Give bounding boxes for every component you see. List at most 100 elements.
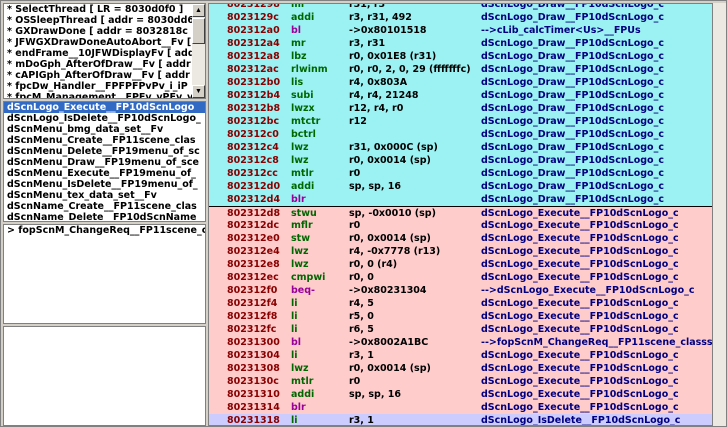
symbol-item[interactable]: dScnLogo_IsDelete__FP10dScnLogo_ bbox=[4, 113, 205, 124]
row-symbol: dScnLogo_Draw__FP10dScnLogo_c bbox=[481, 38, 664, 49]
disasm-row[interactable]: 802312a4 mr r3, r31 dScnLogo_Draw__FP10dScn… bbox=[209, 37, 712, 50]
disasm-row[interactable]: 8023129c addi r3, r31, 492 dScnLogo_Draw__F… bbox=[209, 11, 712, 24]
symbol-item[interactable]: dScnMenu_bmg_data_set__Fv bbox=[4, 124, 205, 135]
row-symbol: dScnLogo_Execute__FP10dScnLogo_c bbox=[481, 298, 679, 309]
callstack-panel: * SelectThread [ LR = 8030d0f0 ] * OSSlee… bbox=[3, 3, 206, 99]
callstack-item[interactable]: * SelectThread [ LR = 8030d0f0 ] bbox=[4, 4, 205, 15]
row-symbol: dScnLogo_Draw__FP10dScnLogo_c bbox=[481, 129, 664, 140]
row-address: 802312c4 bbox=[227, 142, 279, 153]
row-mnemonic: lwz bbox=[291, 155, 309, 166]
row-symbol: dScnLogo_Execute__FP10dScnLogo_c bbox=[481, 402, 679, 413]
disasm-row[interactable]: 802312dc mflr r0 dScnLogo_Execute__FP10dScn… bbox=[209, 219, 712, 232]
row-symbol: dScnLogo_IsDelete__FP10dScnLogo_c bbox=[481, 415, 681, 426]
disassembly-scrollbar[interactable] bbox=[713, 3, 726, 426]
scroll-up-icon[interactable]: ▲ bbox=[192, 4, 205, 17]
row-address: 802312d4 bbox=[227, 194, 281, 205]
row-address: 802312cc bbox=[227, 168, 278, 179]
symbol-item[interactable]: dScnMenu_Delete__FP19menu_of_sc bbox=[4, 146, 205, 157]
row-operands: r3, 1 bbox=[349, 350, 374, 361]
callstack-item[interactable]: * JFWGXDrawDoneAutoAbort__Fv [ bbox=[4, 37, 205, 48]
disasm-row[interactable]: 802312a8 lbz r0, 0x01E8 (r31) dScnLogo_Draw… bbox=[209, 50, 712, 63]
disasm-row[interactable]: 802312e0 stw r0, 0x0014 (sp) dScnLogo_Execu… bbox=[209, 232, 712, 245]
row-mnemonic: li bbox=[291, 350, 298, 361]
row-symbol: dScnLogo_Draw__FP10dScnLogo_c bbox=[481, 103, 664, 114]
row-address: 802312a8 bbox=[227, 51, 280, 62]
disasm-row[interactable]: 802312b0 lis r4, 0x803A dScnLogo_Draw__FP10… bbox=[209, 76, 712, 89]
row-mnemonic: lbz bbox=[291, 51, 307, 62]
row-address: 802312bc bbox=[227, 116, 280, 127]
callstack-item[interactable]: * OSSleepThread [ addr = 8030dd6 bbox=[4, 15, 205, 26]
symbol-item[interactable]: dScnMenu_Create__FP11scene_clas bbox=[4, 135, 205, 146]
row-address: 80231298 bbox=[227, 3, 280, 10]
symbol-item[interactable]: dScnMenu_IsDelete__FP19menu_of_ bbox=[4, 179, 205, 190]
disasm-row[interactable]: 802312e4 lwz r4, -0x7778 (r13) dScnLogo_Exe… bbox=[209, 245, 712, 258]
row-symbol: dScnLogo_Draw__FP10dScnLogo_c bbox=[481, 168, 664, 179]
row-operands: r0 bbox=[349, 376, 361, 387]
callstack-item[interactable]: * endFrame__10JFWDisplayFv [ add bbox=[4, 48, 205, 59]
disasm-row[interactable]: 802312a0 bl ->0x80101518 -->cLib_calcTimer<… bbox=[209, 24, 712, 37]
disasm-row[interactable]: 80231304 li r3, 1 dScnLogo_Execute__FP10dSc… bbox=[209, 349, 712, 362]
disasm-row[interactable]: 802312f4 li r4, 5 dScnLogo_Execute__FP10dSc… bbox=[209, 297, 712, 310]
row-address: 802312f4 bbox=[227, 298, 278, 309]
disasm-row[interactable]: 80231318 li r3, 1 dScnLogo_IsDelete__FP10dS… bbox=[209, 414, 712, 426]
symbol-item[interactable]: dScnMenu_tex_data_set__Fv bbox=[4, 190, 205, 201]
disasm-row[interactable]: 802312e8 lwz r0, 0 (r4) dScnLogo_Execute__F… bbox=[209, 258, 712, 271]
row-operands: r12, r4, r0 bbox=[349, 103, 404, 114]
disasm-row[interactable]: 802312ac rlwinm r0, r0, 2, 0, 29 (fffffffc… bbox=[209, 63, 712, 76]
row-address: 8023129c bbox=[227, 12, 279, 23]
disasm-row[interactable]: 802312b8 lwzx r12, r4, r0 dScnLogo_Draw__FP… bbox=[209, 102, 712, 115]
callstack-item[interactable]: * fpcM_Management__FPFv_vPFv_v bbox=[4, 92, 205, 98]
disasm-row[interactable]: 80231298 mr r31, r3 dScnLogo_Draw__FP10dScn… bbox=[209, 3, 712, 11]
row-mnemonic: stw bbox=[291, 233, 310, 244]
symbol-item[interactable]: dScnLogo_Execute__FP10dScnLogo bbox=[4, 102, 205, 113]
row-address: 802312b4 bbox=[227, 90, 281, 101]
scroll-down-icon[interactable]: ▼ bbox=[192, 85, 205, 98]
symbol-item[interactable]: dScnName_Delete__FP10dScnName bbox=[4, 212, 205, 221]
disasm-row[interactable]: 802312b4 subi r4, r4, 21248 dScnLogo_Draw__… bbox=[209, 89, 712, 102]
row-symbol: dScnLogo_Draw__FP10dScnLogo_c bbox=[481, 181, 664, 192]
disasm-row[interactable]: 80231300 bl ->0x8002A1BC -->fopScnM_ChangeR… bbox=[209, 336, 713, 349]
disasm-row[interactable]: 802312f8 li r5, 0 dScnLogo_Execute__FP10dSc… bbox=[209, 310, 712, 323]
row-mnemonic: li bbox=[291, 311, 298, 322]
row-operands: r0, 0x01E8 (r31) bbox=[349, 51, 437, 62]
disasm-row[interactable]: 802312ec cmpwi r0, 0 dScnLogo_Execute__FP10… bbox=[209, 271, 712, 284]
row-symbol: dScnLogo_Execute__FP10dScnLogo_c bbox=[481, 311, 679, 322]
row-mnemonic: mtctr bbox=[291, 116, 321, 127]
disasm-row[interactable]: 802312fc li r6, 5 dScnLogo_Execute__FP10dSc… bbox=[209, 323, 712, 336]
disasm-row[interactable]: 80231308 lwz r0, 0x0014 (sp) dScnLogo_Execu… bbox=[209, 362, 712, 375]
symbol-item[interactable]: dScnName_Create__FP11scene_clas bbox=[4, 201, 205, 212]
debugger-window: * SelectThread [ LR = 8030d0f0 ] * OSSlee… bbox=[0, 0, 727, 427]
disasm-row[interactable]: 802312c0 bctrl dScnLogo_Draw__FP10dScnLogo… bbox=[209, 128, 712, 141]
row-symbol: dScnLogo_Draw__FP10dScnLogo_c bbox=[481, 155, 664, 166]
disasm-row[interactable]: 8023130c mtlr r0 dScnLogo_Execute__FP10dScn… bbox=[209, 375, 712, 388]
row-symbol: -->fopScnM_ChangeReq__FP11scene_classssU… bbox=[481, 337, 713, 348]
disasm-row[interactable]: 802312d0 addi sp, sp, 16 dScnLogo_Draw__FP1… bbox=[209, 180, 712, 193]
callstack-item[interactable]: * cAPIGph_AfterOfDraw__Fv [ addr bbox=[4, 70, 205, 81]
row-mnemonic: blr bbox=[291, 194, 306, 205]
empty-panel bbox=[3, 326, 206, 426]
row-address: 80231314 bbox=[227, 402, 280, 413]
row-mnemonic: li bbox=[291, 415, 298, 426]
disassembly-view[interactable]: 80231298 mr r31, r3 dScnLogo_Draw__FP10dScn… bbox=[208, 3, 713, 426]
symbol-item[interactable]: dScnMenu_Execute__FP19menu_of_ bbox=[4, 168, 205, 179]
row-symbol: dScnLogo_Draw__FP10dScnLogo_c bbox=[481, 3, 664, 10]
callstack-scrollbar[interactable]: ▲ ▼ bbox=[192, 4, 205, 98]
disasm-row[interactable]: 802312d4 blr dScnLogo_Draw__FP10dScnLogo_c bbox=[209, 193, 712, 206]
callstack-item[interactable]: * fpcDw_Handler__FPFPFPvPv_i_iP bbox=[4, 81, 205, 92]
scroll-thumb[interactable] bbox=[192, 18, 205, 44]
row-operands: r31, r3 bbox=[349, 3, 386, 10]
callstack-item[interactable]: * mDoGph_AfterOfDraw__Fv [ addr bbox=[4, 59, 205, 70]
disasm-row[interactable]: 80231310 addi sp, sp, 16 dScnLogo_Execute__… bbox=[209, 388, 712, 401]
disasm-row[interactable]: 802312bc mtctr r12 dScnLogo_Draw__FP10dScnL… bbox=[209, 115, 712, 128]
callstack-item[interactable]: * GXDrawDone [ addr = 8032818c bbox=[4, 26, 205, 37]
row-mnemonic: cmpwi bbox=[291, 272, 326, 283]
disasm-row[interactable]: 802312c8 lwz r0, 0x0014 (sp) dScnLogo_Draw_… bbox=[209, 154, 712, 167]
disasm-row[interactable]: 802312f0 beq- ->0x80231304 -->dScnLogo_Exec… bbox=[209, 284, 712, 297]
row-address: 80231318 bbox=[227, 415, 280, 426]
disasm-row[interactable]: 802312c4 lwz r31, 0x000C (sp) dScnLogo_Draw… bbox=[209, 141, 712, 154]
disasm-row[interactable]: 80231314 blr dScnLogo_Execute__FP10dScnLog… bbox=[209, 401, 712, 414]
xref-item[interactable]: > fopScnM_ChangeReq__FP11scene_cla bbox=[4, 225, 205, 236]
symbol-item[interactable]: dScnMenu_Draw__FP19menu_of_sce bbox=[4, 157, 205, 168]
row-operands: r5, 0 bbox=[349, 311, 374, 322]
disasm-row[interactable]: 802312cc mtlr r0 dScnLogo_Draw__FP10dScnLog… bbox=[209, 167, 712, 180]
